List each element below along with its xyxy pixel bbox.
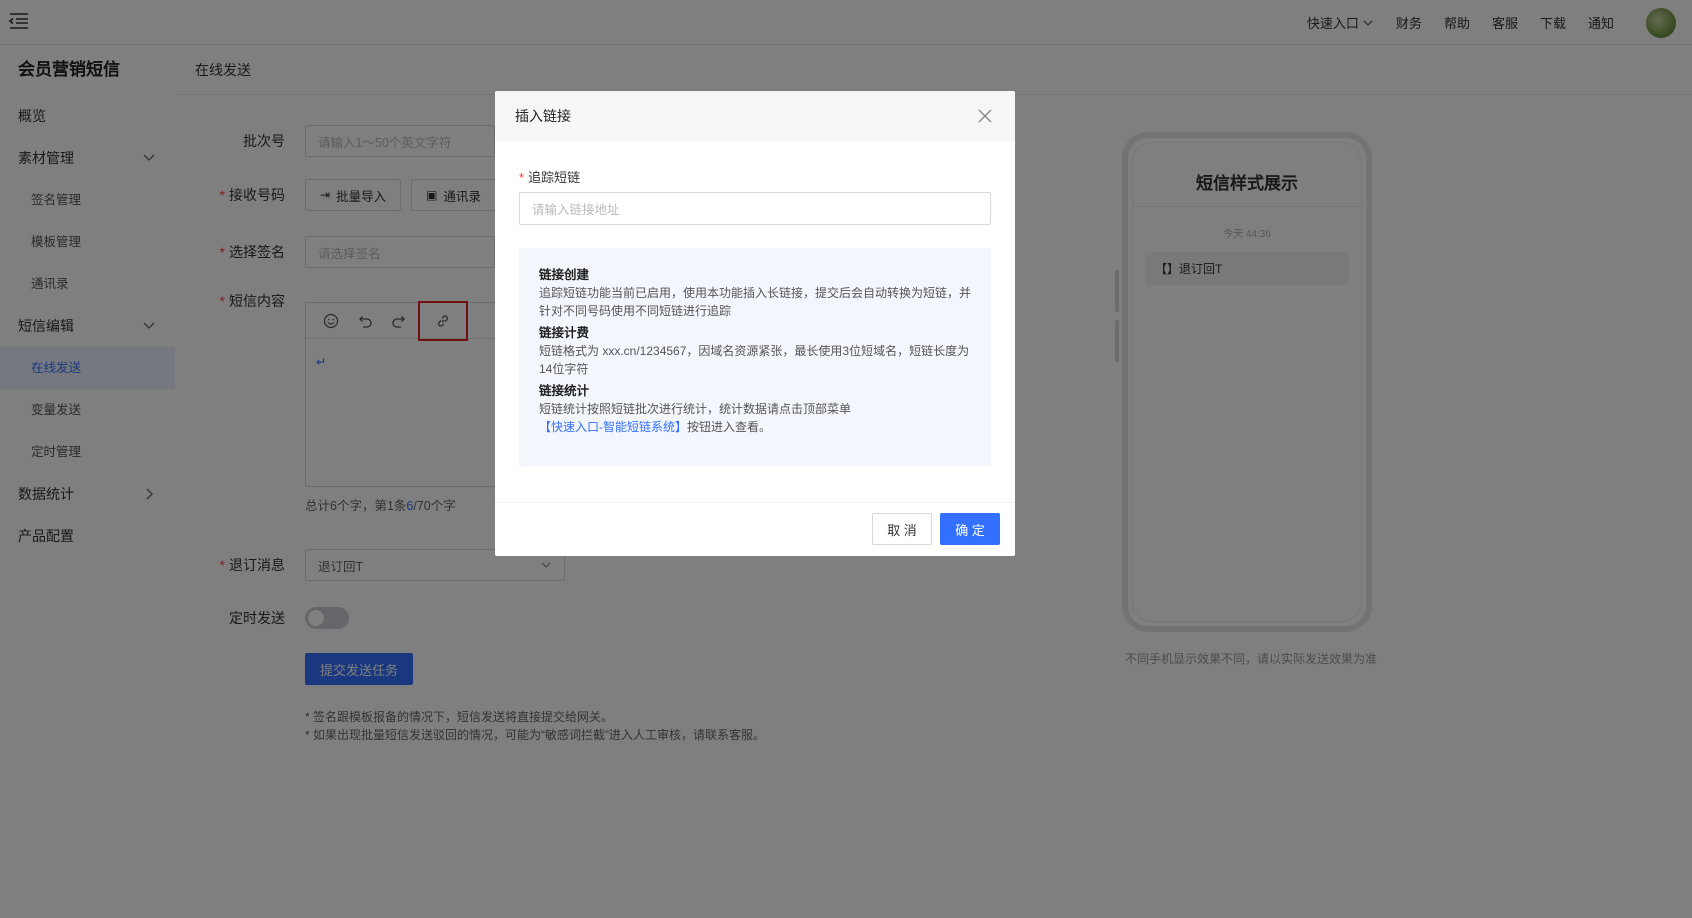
info-block: 链接创建 追踪短链功能当前已启用，使用本功能插入长链接，提交后会自动转换为短链，…: [539, 266, 971, 320]
info-title: 链接创建: [539, 268, 590, 282]
field-label: * 追踪短链: [519, 167, 580, 186]
info-block: 链接计费 短链格式为 xxx.cn/1234567，因域名资源紧张，最长使用3位…: [539, 324, 971, 378]
dialog-title: 插入链接: [515, 108, 571, 124]
field-label-text: 追踪短链: [528, 170, 581, 185]
info-link-suffix: 按钮进入查看。: [687, 420, 772, 434]
quick-entry-link[interactable]: 【快速入口-智能短链系统】: [539, 420, 687, 434]
dialog-footer: 取 消 确 定: [495, 502, 1015, 556]
required-mark: *: [519, 170, 525, 185]
info-text: 短链格式为 xxx.cn/1234567，因域名资源紧张，最长使用3位短域名，短…: [539, 344, 970, 376]
link-url-input[interactable]: 请输入链接地址: [519, 192, 991, 225]
confirm-button[interactable]: 确 定: [940, 513, 1000, 545]
close-icon[interactable]: [975, 106, 995, 126]
insert-link-dialog: 插入链接 * 追踪短链 请输入链接地址 链接创建 追踪短链功能当前已启用，使用本功…: [495, 91, 1015, 556]
info-title: 链接统计: [539, 384, 590, 398]
info-block: 链接统计 短链统计按照短链批次进行统计，统计数据请点击顶部菜单 【快速入口-智能…: [539, 382, 971, 436]
cancel-button[interactable]: 取 消: [872, 513, 932, 545]
info-text: 追踪短链功能当前已启用，使用本功能插入长链接，提交后会自动转换为短链，并针对不同…: [539, 286, 972, 318]
info-text: 短链统计按照短链批次进行统计，统计数据请点击顶部菜单: [539, 402, 852, 416]
info-link-line: 【快速入口-智能短链系统】按钮进入查看。: [539, 418, 971, 436]
info-title: 链接计费: [539, 326, 590, 340]
dialog-header: 插入链接: [495, 91, 1015, 141]
link-info-panel: 链接创建 追踪短链功能当前已启用，使用本功能插入长链接，提交后会自动转换为短链，…: [519, 248, 991, 466]
